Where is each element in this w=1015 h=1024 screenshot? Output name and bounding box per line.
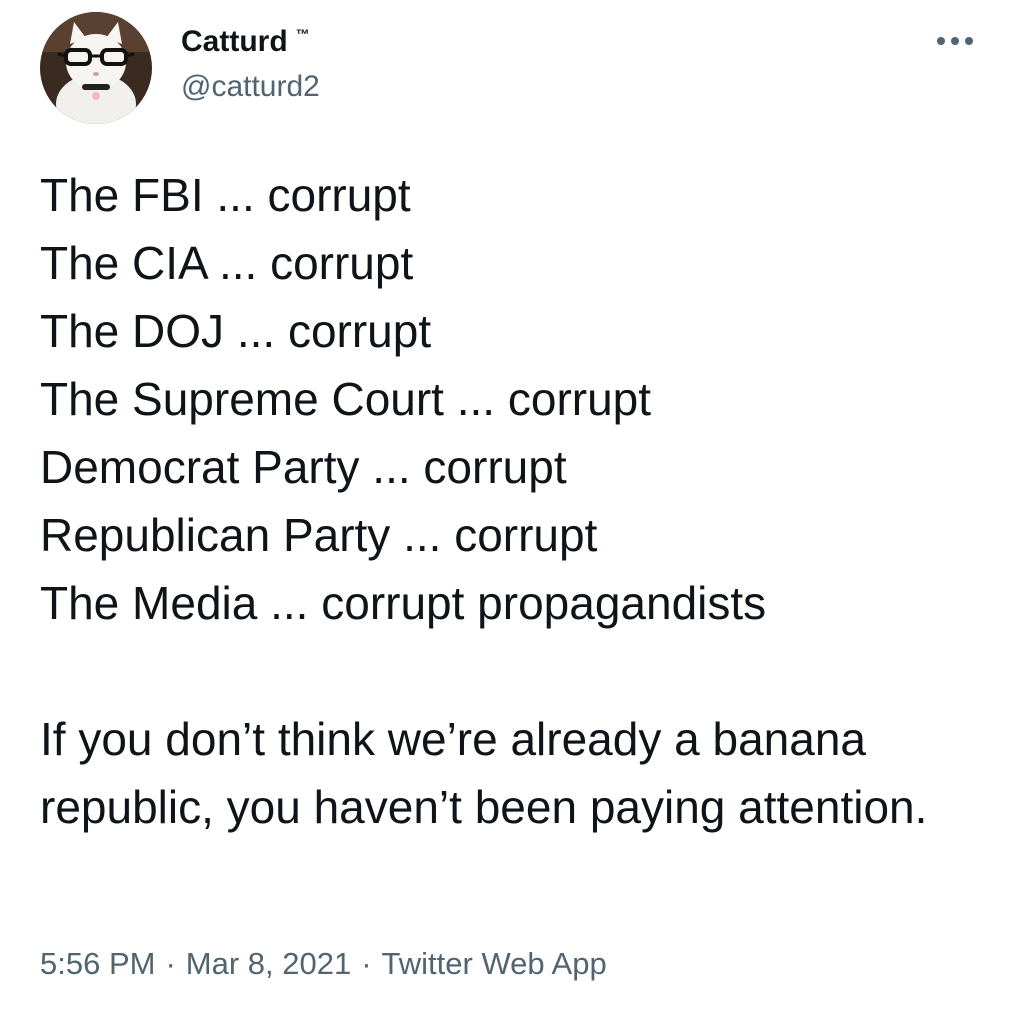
tweet-line: The CIA ... corrupt — [40, 237, 414, 289]
tweet-time-link[interactable]: 5:56 PM — [40, 946, 155, 981]
avatar[interactable] — [40, 12, 152, 124]
tweet-metadata: 5:56 PM · Mar 8, 2021 · Twitter Web App — [40, 942, 607, 986]
author-name-row[interactable]: Catturd ™ — [181, 24, 310, 60]
tweet-line: The Supreme Court ... corrupt — [40, 373, 652, 425]
trademark-badge: ™ — [295, 26, 310, 42]
tweet-line: Democrat Party ... corrupt — [40, 441, 567, 493]
tweet-source-link[interactable]: Twitter Web App — [382, 946, 607, 981]
tweet-line: The FBI ... corrupt — [40, 169, 411, 221]
meta-separator: · — [361, 946, 372, 981]
meta-separator: · — [165, 946, 176, 981]
more-options-button[interactable] — [930, 26, 980, 56]
user-handle[interactable]: @catturd2 — [181, 69, 320, 105]
tweet-closing-paragraph: If you don’t think we’re already a banan… — [40, 713, 928, 833]
cat-with-glasses-avatar-icon — [40, 12, 152, 124]
tweet-line: Republican Party ... corrupt — [40, 509, 598, 561]
display-name[interactable]: Catturd — [181, 24, 288, 60]
tweet-text: The FBI ... corrupt The CIA ... corrupt … — [40, 161, 980, 841]
more-horizontal-icon — [937, 37, 973, 45]
tweet-date-link[interactable]: Mar 8, 2021 — [186, 946, 351, 981]
tweet-line: The DOJ ... corrupt — [40, 305, 432, 357]
tweet-line: The Media ... corrupt propagandists — [40, 577, 767, 629]
